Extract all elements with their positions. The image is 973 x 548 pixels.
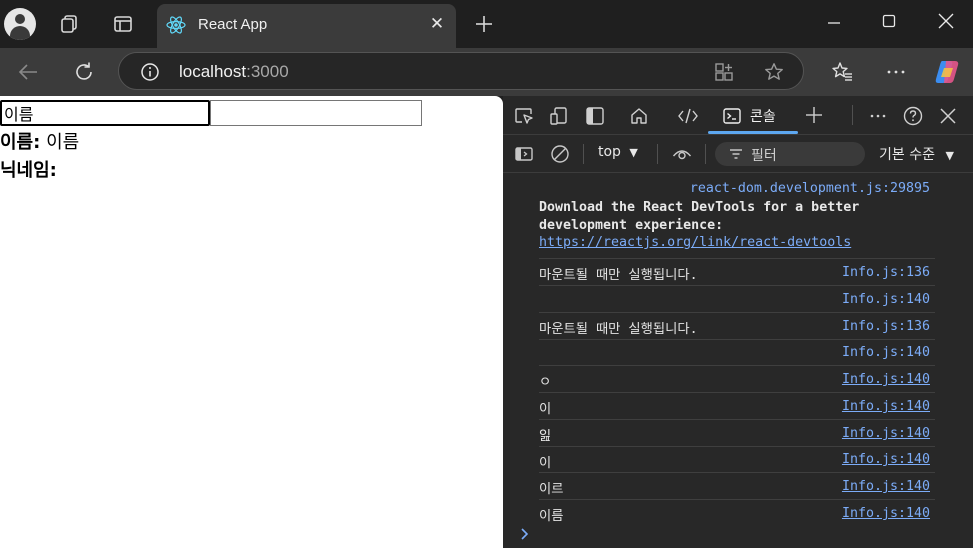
console-message: 이르 Info.js:140 [539,473,935,500]
new-tab-icon[interactable] [473,13,495,35]
message-text: 이르 [539,482,564,497]
filter-placeholder: 필터 [751,148,777,164]
welcome-home-icon[interactable] [628,105,650,127]
react-logo-icon [165,14,187,36]
devtools-more-icon[interactable] [867,105,889,127]
elements-tab-icon[interactable] [676,105,700,127]
browser-tab-strip: React App ✕ [0,0,973,48]
console-message: 이 Info.js:140 [539,393,935,420]
tab-title: React App [198,16,268,33]
console-tab-icon[interactable] [721,105,743,127]
message-source-link[interactable]: Info.js:140 [842,452,930,467]
minimize-icon[interactable] [823,12,845,34]
toolbar-separator [852,105,853,125]
message-source-link[interactable]: Info.js:140 [842,426,930,441]
console-message: 마운트될 때만 실행됩니다. Info.js:136 [539,313,935,340]
refresh-icon[interactable] [72,60,96,84]
devtools-download-link[interactable]: https://reactjs.org/link/react-devtools [539,235,851,250]
message-text: 이 [539,456,552,471]
console-toolbar: top ▼ 필터 기본 수준 ▼ [503,135,973,173]
levels-label: 기본 수준 [879,147,935,163]
console-filter-input[interactable]: 필터 [715,142,865,166]
context-selector[interactable]: top ▼ [598,144,638,160]
name-label: 이름: [0,132,41,153]
close-tab-icon[interactable]: ✕ [427,14,447,34]
context-label: top [598,144,621,160]
device-emulation-icon[interactable] [548,105,570,127]
show-sidebar-icon[interactable] [513,143,535,165]
help-icon[interactable] [902,105,924,127]
nickname-row: 닉네임: [0,156,57,182]
message-source-link[interactable]: Info.js:140 [842,345,930,360]
tab-react-app[interactable]: React App ✕ [157,4,456,48]
console-message: ㅇ Info.js:140 [539,366,935,393]
log-levels-dropdown[interactable]: 기본 수준 ▼ [879,144,954,164]
message-text: 이 [539,402,552,417]
name-value: 이름 [46,132,80,153]
inspect-element-icon[interactable] [513,105,535,127]
message-text: 마운트될 때만 실행됩니다. [539,268,698,283]
filter-icon [727,145,745,163]
console-message: 잂 Info.js:140 [539,420,935,447]
console-prompt-chevron-icon[interactable] [519,527,531,541]
live-expression-eye-icon[interactable] [671,143,693,165]
console-message: 이 Info.js:140 [539,447,935,473]
add-tool-icon[interactable] [803,104,825,126]
app-available-icon[interactable] [713,61,735,83]
console-message: Info.js:140 [539,340,935,366]
url-text: localhost:3000 [179,62,289,81]
profile-avatar-icon[interactable] [4,8,36,40]
more-options-icon[interactable] [884,60,908,84]
message-source-link[interactable]: Info.js:136 [842,319,930,334]
message-text: 이름 [539,509,564,524]
name-row: 이름: 이름 [0,128,79,154]
active-tab-indicator [708,131,798,134]
message-text: 잂 [539,429,552,444]
nickname-input[interactable] [210,100,422,126]
console-message: 마운트될 때만 실행됩니다. Info.js:136 [539,259,935,286]
address-bar[interactable]: localhost:3000 [118,52,804,90]
message-text: ㅇ [539,375,552,390]
console-message: 이름 Info.js:140 [539,500,935,527]
dock-side-icon[interactable] [584,105,606,127]
message-source-link[interactable]: react-dom.development.js:29895 [690,181,930,196]
message-text: Download the React DevTools for a better… [539,200,860,233]
workspaces-icon[interactable] [58,13,80,35]
message-source-link[interactable]: Info.js:136 [842,265,930,280]
devtools-panel: 콘솔 top ▼ 필터 기본 수준 ▼ react-dom.developmen… [503,96,973,548]
message-source-link[interactable]: Info.js:140 [842,506,930,521]
filter-separator [657,144,658,164]
vertical-tabs-icon[interactable] [112,13,134,35]
console-message: react-dom.development.js:29895 Download … [539,176,935,259]
page-viewport: 이름: 이름 닉네임: [0,96,503,548]
clear-console-icon[interactable] [549,143,571,165]
maximize-icon[interactable] [878,10,900,32]
message-source-link[interactable]: Info.js:140 [842,399,930,414]
message-source-link[interactable]: Info.js:140 [842,479,930,494]
close-devtools-icon[interactable] [937,105,959,127]
copilot-icon[interactable] [932,57,962,87]
message-source-link[interactable]: Info.js:140 [842,372,930,387]
message-text: 마운트될 때만 실행됩니다. [539,322,698,337]
name-input[interactable] [0,100,210,126]
filter-separator [583,144,584,164]
back-icon[interactable] [16,60,40,84]
add-favorite-star-icon[interactable] [763,61,785,83]
levels-dropdown-icon: ▼ [945,149,954,162]
devtools-tab-bar: 콘솔 [503,96,973,135]
console-message: Info.js:140 [539,286,935,313]
tab-console[interactable]: 콘솔 [750,106,776,126]
site-info-icon[interactable] [139,61,161,83]
browser-toolbar: localhost:3000 [0,48,973,96]
message-source-link[interactable]: Info.js:140 [842,292,930,307]
context-dropdown-icon: ▼ [629,146,638,159]
filter-separator [705,144,706,164]
close-window-icon[interactable] [935,10,957,32]
favorites-icon[interactable] [830,60,854,84]
nickname-label: 닉네임: [0,160,57,181]
